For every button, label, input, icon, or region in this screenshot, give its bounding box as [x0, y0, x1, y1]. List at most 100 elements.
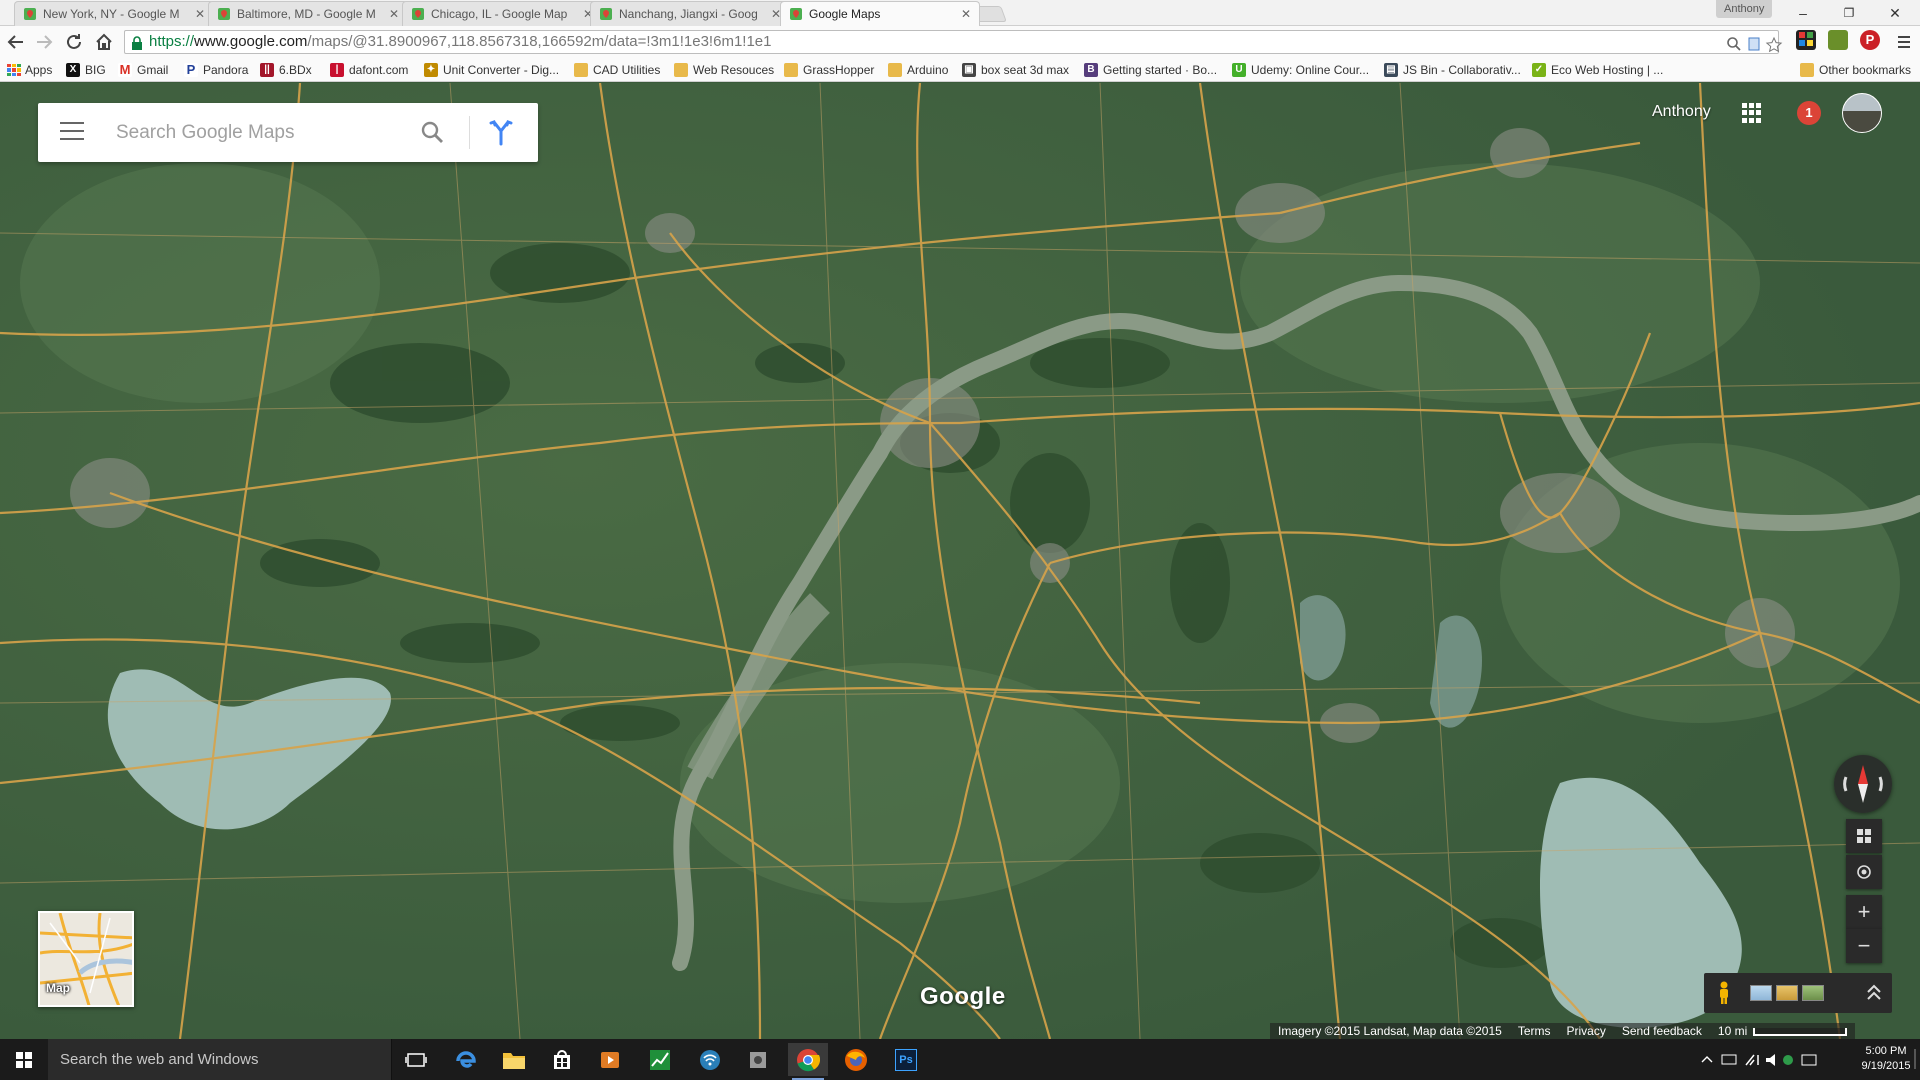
home-button[interactable]	[92, 30, 116, 54]
avatar[interactable]	[1842, 93, 1882, 133]
media-player-icon	[601, 1051, 619, 1068]
back-button[interactable]	[4, 30, 28, 54]
zoom-magnifier-icon[interactable]	[1725, 36, 1743, 54]
imagery-thumbnail[interactable]	[1802, 985, 1824, 1001]
bookmark-eco-web-hosting[interactable]: ✓ Eco Web Hosting | ...	[1532, 61, 1663, 79]
satellite-map[interactable]: Anthony 1 Map Google + −	[0, 83, 1920, 1039]
bookmark-udemy[interactable]: U Udemy: Online Cour...	[1232, 61, 1369, 79]
tab-close-icon[interactable]: ✕	[959, 7, 973, 21]
extension-evernote-icon[interactable]	[1828, 30, 1848, 50]
bookmark-unit-converter[interactable]: ✦ Unit Converter - Dig...	[424, 61, 559, 79]
zoom-in-button[interactable]: +	[1846, 895, 1882, 929]
bookmark-label: box seat 3d max	[981, 63, 1070, 77]
chevron-up-icon	[1701, 1056, 1713, 1063]
tab-close-icon[interactable]: ✕	[193, 7, 207, 21]
taskbar-search[interactable]: Search the web and Windows	[48, 1039, 392, 1080]
imagery-thumbnail[interactable]	[1750, 985, 1772, 1001]
search-input[interactable]	[116, 119, 416, 147]
bookmark-label: Apps	[25, 63, 53, 77]
settings-app-button[interactable]	[738, 1043, 778, 1076]
file-explorer-button[interactable]	[494, 1043, 534, 1076]
bookmark-folder-arduino[interactable]: Arduino	[888, 61, 948, 79]
satellite-imagery[interactable]	[0, 83, 1920, 1039]
tab-new-york[interactable]: New York, NY - Google M ✕	[14, 1, 214, 26]
bookmark-6bdx[interactable]: || 6.BDx	[260, 61, 312, 79]
folder-icon	[674, 63, 688, 77]
bookmark-apps[interactable]: Apps	[6, 61, 52, 79]
home-icon	[96, 33, 112, 50]
my-location-button[interactable]	[1846, 855, 1882, 889]
google-maps-favicon-icon	[411, 7, 425, 21]
profile-button[interactable]: Anthony	[1716, 0, 1773, 18]
bookmark-star-icon[interactable]	[1765, 36, 1783, 54]
map-layer-toggle[interactable]: Map	[38, 911, 134, 1007]
unit-converter-icon: ✦	[424, 63, 438, 77]
media-player-button[interactable]	[590, 1043, 630, 1076]
tab-close-icon[interactable]: ✕	[387, 7, 401, 21]
tab-chicago[interactable]: Chicago, IL - Google Map ✕	[402, 1, 602, 26]
scale-bar[interactable]: 10 mi	[1709, 1023, 1856, 1039]
chrome-button[interactable]	[788, 1043, 828, 1080]
notification-badge[interactable]: 1	[1797, 101, 1821, 125]
close-window-button[interactable]: ✕	[1872, 0, 1918, 26]
edge-button[interactable]	[446, 1043, 486, 1076]
bookmark-label: CAD Utilities	[593, 63, 661, 77]
minimize-button[interactable]: –	[1780, 0, 1826, 26]
tab-strip: New York, NY - Google M ✕ Baltimore, MD …	[0, 0, 1920, 26]
privacy-link[interactable]: Privacy	[1558, 1023, 1614, 1039]
tab-google-maps[interactable]: Google Maps ✕	[780, 1, 980, 26]
pinterest-icon[interactable]: P	[1860, 30, 1880, 50]
bookmark-folder-grasshopper[interactable]: GrassHopper	[784, 61, 874, 79]
bookmark-dafont[interactable]: | dafont.com	[330, 61, 408, 79]
chart-app-button[interactable]	[640, 1043, 680, 1076]
apps-grid-icon	[6, 63, 21, 77]
task-view-icon	[405, 1052, 427, 1067]
address-bar[interactable]: https://www.google.com/maps/@31.8900967,…	[124, 30, 1783, 54]
url-host: www.google.com	[194, 33, 308, 50]
tab-baltimore[interactable]: Baltimore, MD - Google M ✕	[208, 1, 408, 26]
edge-icon	[456, 1050, 476, 1068]
reload-button[interactable]	[62, 30, 86, 54]
clock-time[interactable]: 5:00 PM	[1856, 1045, 1916, 1057]
page-action-icon[interactable]	[1745, 36, 1763, 54]
forward-button[interactable]	[32, 30, 56, 54]
bookmark-folder-cad-utilities[interactable]: CAD Utilities	[574, 61, 660, 79]
bookmark-pandora[interactable]: P Pandora	[184, 61, 248, 79]
tilt-button[interactable]	[1846, 819, 1882, 853]
other-bookmarks[interactable]: Other bookmarks	[1800, 61, 1911, 79]
tab-nanchang[interactable]: Nanchang, Jiangxi - Goog ✕	[590, 1, 790, 26]
system-tray: 5:00 PM 9/19/2015	[1700, 1039, 1920, 1080]
grid-icon	[1857, 829, 1871, 843]
directions-button[interactable]	[486, 117, 516, 147]
zoom-out-button[interactable]: −	[1846, 929, 1882, 963]
imagery-thumbnail[interactable]	[1776, 985, 1798, 1001]
hamburger-menu-icon[interactable]	[60, 122, 84, 142]
bookmark-big[interactable]: X BIG	[66, 61, 106, 79]
firefox-button[interactable]	[836, 1043, 876, 1076]
tab-title: New York, NY - Google M	[43, 7, 180, 21]
bookmark-folder-web-resouces[interactable]: Web Resouces	[674, 61, 774, 79]
bookmark-label: GrassHopper	[803, 63, 875, 77]
search-button[interactable]	[418, 118, 448, 148]
clock-date[interactable]: 9/19/2015	[1856, 1060, 1916, 1072]
bookmark-jsbin[interactable]: ▤ JS Bin - Collaborativ...	[1384, 61, 1521, 79]
photoshop-button[interactable]: Ps	[886, 1043, 926, 1076]
bookmark-box-seat[interactable]: ▣ box seat 3d max	[962, 61, 1069, 79]
store-button[interactable]	[542, 1043, 582, 1076]
network-app-button[interactable]	[690, 1043, 730, 1076]
expand-imagery-button[interactable]	[1864, 981, 1884, 1005]
chrome-menu-button[interactable]	[1892, 30, 1916, 54]
bookmark-bootstrap[interactable]: B Getting started · Bo...	[1084, 61, 1217, 79]
bookmark-gmail[interactable]: M Gmail	[118, 61, 168, 79]
extension-grid-icon[interactable]	[1796, 30, 1816, 50]
show-desktop-button[interactable]	[1914, 1049, 1918, 1069]
compass-control[interactable]	[1834, 755, 1892, 813]
terms-link[interactable]: Terms	[1509, 1023, 1559, 1039]
restore-button[interactable]: ❐	[1826, 0, 1872, 26]
account-name[interactable]: Anthony	[1652, 103, 1711, 121]
start-button[interactable]	[0, 1039, 48, 1080]
task-view-button[interactable]	[396, 1043, 436, 1076]
google-apps-grid-icon[interactable]	[1742, 103, 1762, 123]
pegman-icon[interactable]	[1716, 981, 1732, 1005]
send-feedback-link[interactable]: Send feedback	[1613, 1023, 1710, 1039]
